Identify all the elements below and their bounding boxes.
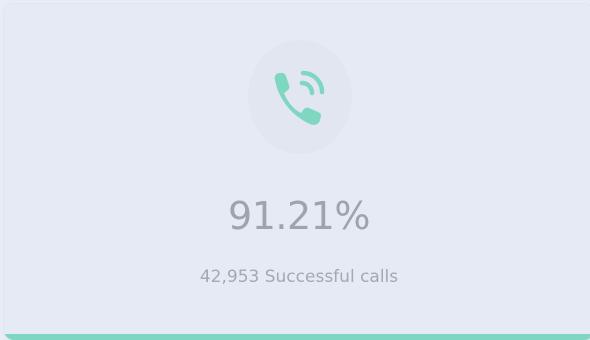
phone-call-icon [274,70,325,125]
stat-label: 42,953 Successful calls [199,267,399,287]
stat-value: 91.21% [228,194,370,238]
progress-bar [4,334,590,340]
stat-card: 91.21% 42,953 Successful calls [4,4,590,340]
icon-badge [248,40,352,154]
